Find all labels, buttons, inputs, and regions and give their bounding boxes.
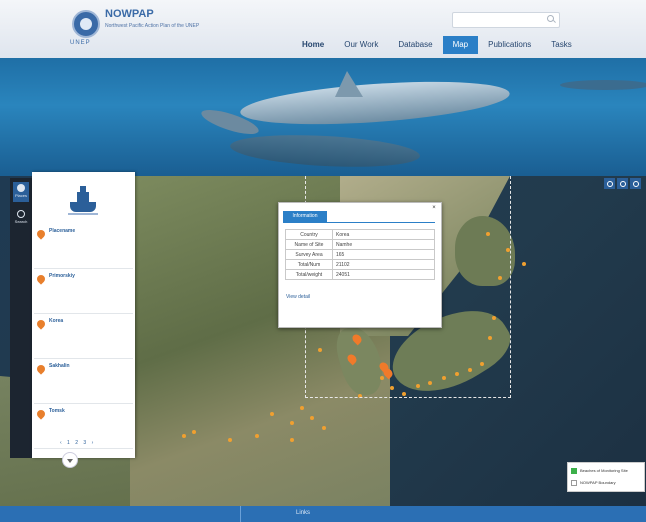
- layers-tool-label: Places: [14, 193, 27, 198]
- map-pin-icon: [35, 273, 47, 285]
- legend-swatch: [571, 467, 577, 474]
- search-tool-button[interactable]: Search: [13, 208, 29, 228]
- site-marker[interactable]: [300, 406, 304, 410]
- org-title: NOWPAP: [105, 8, 154, 20]
- unep-label: UNEP: [70, 40, 91, 46]
- pagination[interactable]: ‹ 1 2 3 ›: [60, 440, 95, 446]
- list-item[interactable]: Placename: [34, 224, 133, 269]
- info-value: Korea: [332, 229, 435, 240]
- site-list-panel: Placename Primorskiy Korea Sakhalin Toms…: [32, 172, 135, 458]
- page: UNEP NOWPAP Northwest Pacific Action Pla…: [0, 0, 646, 522]
- list-item-name: Sakhalin: [49, 363, 70, 369]
- map-legend: Beaches of Monitoring Site NOWPAP Bounda…: [567, 462, 645, 492]
- nav-tasks[interactable]: Tasks: [541, 36, 581, 54]
- search-icon: [17, 210, 25, 218]
- footer-links-label[interactable]: Links: [296, 510, 310, 516]
- legend-swatch: [571, 479, 577, 486]
- nav-our-work[interactable]: Our Work: [334, 36, 388, 54]
- zoom-in-icon[interactable]: [617, 178, 628, 189]
- dolphin-image-2: [229, 131, 421, 171]
- map-toolbar-left: Places Search: [10, 178, 32, 458]
- footer-divider: [240, 506, 241, 522]
- hero-banner: [0, 58, 646, 176]
- map-toolbar-right: [602, 178, 641, 190]
- list-item[interactable]: Korea: [34, 314, 133, 359]
- info-key: Survey Area: [285, 249, 333, 260]
- nav-map[interactable]: Map: [442, 36, 479, 54]
- info-key: Country: [285, 229, 333, 240]
- legend-item: NOWPAP Boundary: [571, 478, 616, 487]
- org-subtitle: Northwest Pacific Action Plan of the UNE…: [105, 23, 200, 29]
- table-row: Name of Site Namhe: [285, 239, 435, 250]
- map-pin-icon: [35, 228, 47, 240]
- dolphin-image-3: [560, 80, 646, 90]
- site-marker[interactable]: [290, 438, 294, 442]
- table-row: Survey Area 165: [285, 249, 435, 260]
- site-marker[interactable]: [192, 430, 196, 434]
- list-item-name: Tomsk: [49, 408, 65, 414]
- view-detail-link[interactable]: View detail: [286, 294, 310, 300]
- list-item[interactable]: Sakhalin: [34, 359, 133, 404]
- legend-item: Beaches of Monitoring Site: [571, 466, 628, 475]
- site-list: Placename Primorskiy Korea Sakhalin Toms…: [34, 224, 133, 449]
- list-item[interactable]: Primorskiy: [34, 269, 133, 314]
- list-item-name: Placename: [49, 228, 76, 234]
- site-marker[interactable]: [322, 426, 326, 430]
- site-marker[interactable]: [182, 434, 186, 438]
- main-nav: Home Our Work Database Map Publications …: [292, 36, 582, 54]
- nav-home[interactable]: Home: [292, 36, 334, 54]
- site-header: UNEP NOWPAP Northwest Pacific Action Pla…: [0, 0, 646, 58]
- search-tool-label: Search: [14, 219, 28, 224]
- site-marker[interactable]: [290, 421, 294, 425]
- map-pin-icon: [35, 318, 47, 330]
- info-value: Namhe: [332, 239, 435, 250]
- tab-underline: [283, 222, 435, 223]
- site-marker[interactable]: [228, 438, 232, 442]
- legend-label: NOWPAP Boundary: [580, 480, 616, 485]
- nav-database[interactable]: Database: [388, 36, 442, 54]
- site-marker[interactable]: [522, 262, 526, 266]
- site-info-popup: × Information Country Korea Name of Site…: [278, 202, 442, 328]
- site-info-table: Country Korea Name of Site Namhe Survey …: [285, 229, 435, 280]
- info-value: 21102: [332, 259, 435, 270]
- info-value: 165: [332, 249, 435, 260]
- legend-label: Beaches of Monitoring Site: [580, 468, 628, 473]
- ship-icon: [68, 184, 98, 215]
- info-value: 24051: [332, 269, 435, 280]
- collapse-panel-button[interactable]: [62, 452, 78, 468]
- layers-tool-button[interactable]: Places: [13, 182, 29, 202]
- map-pin-icon: [35, 408, 47, 420]
- info-key: Total/Num: [285, 259, 333, 270]
- search-input[interactable]: [452, 12, 560, 28]
- unep-logo-icon: [72, 10, 100, 38]
- dolphin-fin: [335, 71, 363, 97]
- popup-tab-information[interactable]: Information: [283, 211, 327, 222]
- search-icon[interactable]: [547, 15, 554, 22]
- zoom-out-icon[interactable]: [630, 178, 641, 189]
- table-row: Total/Num 21102: [285, 259, 435, 270]
- site-marker[interactable]: [255, 434, 259, 438]
- site-footer: Links: [0, 506, 646, 522]
- list-item-name: Korea: [49, 318, 64, 324]
- info-key: Name of Site: [285, 239, 333, 250]
- layers-icon: [17, 184, 25, 192]
- fullscreen-icon[interactable]: [604, 178, 615, 189]
- info-key: Total/weight: [285, 269, 333, 280]
- map-pin-icon: [35, 363, 47, 375]
- table-row: Country Korea: [285, 229, 435, 240]
- site-logo[interactable]: UNEP NOWPAP Northwest Pacific Action Pla…: [70, 6, 262, 50]
- nav-publications[interactable]: Publications: [478, 36, 541, 54]
- close-icon[interactable]: ×: [431, 205, 437, 211]
- site-marker[interactable]: [310, 416, 314, 420]
- list-item-name: Primorskiy: [49, 273, 75, 279]
- table-row: Total/weight 24051: [285, 269, 435, 280]
- dolphin-image: [239, 74, 511, 132]
- site-marker[interactable]: [270, 412, 274, 416]
